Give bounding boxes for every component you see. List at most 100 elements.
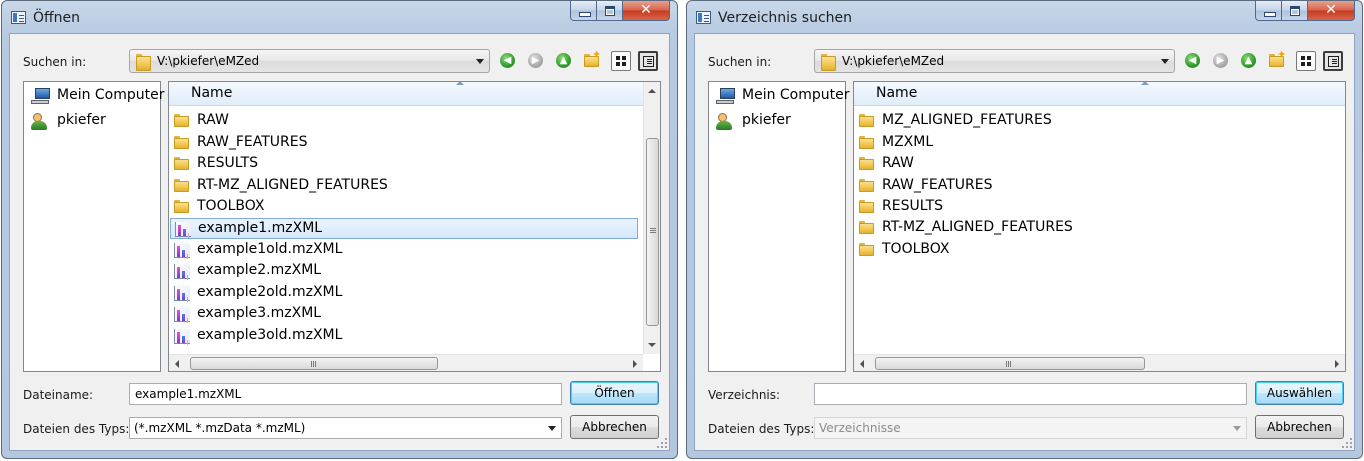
user-icon: [31, 112, 51, 131]
folder-icon: [859, 179, 874, 192]
window-icon: [11, 11, 26, 24]
list-item[interactable]: RAW: [170, 111, 636, 132]
cancel-button[interactable]: Abbrechen: [1255, 415, 1344, 439]
horizontal-scrollbar[interactable]: [169, 354, 643, 371]
resize-grip-icon[interactable]: [1342, 438, 1352, 448]
choose-button[interactable]: Auswählen: [1255, 381, 1344, 405]
computer-icon: [716, 88, 736, 105]
list-item[interactable]: RT-MZ_ALIGNED_FEATURES: [170, 176, 636, 197]
place-label: Mein Computer: [57, 87, 165, 103]
forward-button[interactable]: ▶: [1212, 52, 1230, 70]
list-item[interactable]: RAW_FEATURES: [170, 133, 636, 154]
open-button[interactable]: Öffnen: [570, 381, 659, 405]
close-button[interactable]: ✕: [1308, 1, 1355, 21]
list-item[interactable]: example3.mzXML: [170, 304, 636, 325]
detail-view-button[interactable]: [638, 51, 658, 71]
cancel-button[interactable]: Abbrechen: [570, 415, 659, 439]
list-item[interactable]: RAW: [855, 154, 1344, 175]
title-bar[interactable]: Öffnen ✕: [2, 1, 677, 33]
scroll-right-icon[interactable]: [1335, 360, 1339, 368]
maximize-button[interactable]: [597, 1, 623, 21]
close-button[interactable]: ✕: [623, 1, 670, 21]
forward-button[interactable]: ▶: [527, 52, 545, 70]
folder-icon: [174, 200, 189, 213]
file-list: Name MZ_ALIGNED_FEATURES MZXML RAW RAW_F…: [853, 81, 1346, 372]
back-button[interactable]: ◀: [1184, 52, 1202, 70]
list-item[interactable]: MZXML: [855, 133, 1344, 154]
sort-indicator-icon: [1141, 82, 1149, 85]
list-view-button[interactable]: [611, 51, 631, 71]
folder-icon: [174, 179, 189, 192]
place-label: pkiefer: [742, 112, 791, 128]
list-item[interactable]: example2old.mzXML: [170, 283, 636, 304]
folder-icon: [859, 114, 874, 127]
look-in-combo[interactable]: V:\pkiefer\eMZed: [129, 49, 490, 73]
filename-value: example1.mzXML: [135, 387, 242, 401]
filename-input[interactable]: example1.mzXML: [129, 383, 562, 405]
look-in-label: Suchen in:: [23, 55, 87, 69]
parent-directory-button[interactable]: ▲: [1240, 52, 1258, 70]
vertical-scroll-thumb[interactable]: [646, 138, 659, 326]
back-arrow-icon: ◀: [1185, 53, 1200, 68]
list-view-button[interactable]: [1296, 51, 1316, 71]
filename-label: Dateiname:: [23, 388, 94, 402]
horizontal-scrollbar[interactable]: [854, 354, 1345, 371]
new-folder-button[interactable]: ✦: [1268, 48, 1286, 69]
back-button[interactable]: ◀: [499, 52, 517, 70]
resize-grip-icon[interactable]: [657, 438, 667, 448]
window-title: Verzeichnis suchen: [718, 10, 853, 26]
directory-label: Verzeichnis:: [708, 388, 781, 402]
list-item[interactable]: RAW_FEATURES: [855, 176, 1344, 197]
parent-directory-button[interactable]: ▲: [555, 52, 573, 70]
sort-indicator-icon: [456, 82, 464, 85]
minimize-button[interactable]: [570, 1, 597, 21]
forward-arrow-icon: ▶: [1213, 53, 1228, 68]
mzxml-file-icon: [174, 307, 190, 322]
horizontal-scroll-thumb[interactable]: [190, 357, 438, 370]
list-view-icon: [1301, 56, 1311, 66]
column-header-label: Name: [876, 85, 918, 101]
look-in-label: Suchen in:: [708, 55, 772, 69]
dropdown-arrow-icon: [1233, 426, 1241, 431]
detail-view-button[interactable]: [1323, 51, 1343, 71]
scroll-up-icon[interactable]: [648, 89, 656, 93]
list-item[interactable]: example2.mzXML: [170, 261, 636, 282]
look-in-combo[interactable]: V:\pkiefer\eMZed: [814, 49, 1175, 73]
list-item[interactable]: example1old.mzXML: [170, 240, 636, 261]
dropdown-arrow-icon: [1161, 59, 1169, 64]
up-arrow-icon: ▲: [556, 53, 571, 68]
minimize-button[interactable]: [1255, 1, 1282, 21]
column-header-name[interactable]: Name: [169, 82, 643, 106]
dropdown-arrow-icon: [476, 59, 484, 64]
filetype-select[interactable]: Verzeichnisse: [814, 417, 1247, 439]
folder-icon: [136, 54, 151, 71]
title-bar[interactable]: Verzeichnis suchen ✕: [687, 1, 1362, 33]
list-item[interactable]: RESULTS: [855, 197, 1344, 218]
new-folder-button[interactable]: ✦: [583, 48, 601, 69]
list-item[interactable]: RT-MZ_ALIGNED_FEATURES: [855, 218, 1344, 239]
vertical-scrollbar[interactable]: [643, 82, 660, 354]
dropdown-arrow-icon: [548, 426, 556, 431]
scroll-down-icon[interactable]: [648, 343, 656, 347]
horizontal-scroll-thumb[interactable]: [875, 357, 1145, 370]
list-item-selected[interactable]: example1.mzXML: [170, 218, 638, 239]
scroll-left-icon[interactable]: [860, 360, 864, 368]
list-item[interactable]: RESULTS: [170, 154, 636, 175]
list-item[interactable]: TOOLBOX: [855, 240, 1344, 261]
filetype-label: Dateien des Typs:: [23, 422, 130, 436]
scroll-right-icon[interactable]: [633, 360, 637, 368]
maximize-button[interactable]: [1282, 1, 1308, 21]
folder-icon: [859, 243, 874, 256]
folder-icon: [859, 136, 874, 149]
list-item[interactable]: example3old.mzXML: [170, 326, 636, 347]
directory-input[interactable]: [814, 383, 1247, 405]
filetype-value: (*.mzXML *.mzData *.mzML): [134, 421, 306, 435]
list-item[interactable]: MZ_ALIGNED_FEATURES: [855, 111, 1344, 132]
filetype-select[interactable]: (*.mzXML *.mzData *.mzML): [129, 417, 562, 439]
folder-icon: [174, 157, 189, 170]
back-arrow-icon: ◀: [500, 53, 515, 68]
list-item[interactable]: TOOLBOX: [170, 197, 636, 218]
up-arrow-icon: ▲: [1241, 53, 1256, 68]
scroll-left-icon[interactable]: [175, 360, 179, 368]
column-header-name[interactable]: Name: [854, 82, 1345, 106]
